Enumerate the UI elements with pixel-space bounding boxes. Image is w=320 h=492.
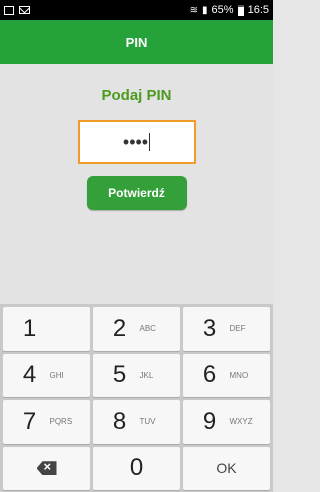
key-digit: 1	[22, 314, 37, 342]
status-right: ≋ ▮ 65% 16:5	[190, 4, 269, 16]
key-digit: 9	[202, 407, 217, 435]
key-letters: DEF	[229, 324, 246, 334]
key-5[interactable]: 5 JKL	[93, 353, 180, 397]
status-bar: ≋ ▮ 65% 16:5	[0, 0, 273, 20]
key-digit: 4	[22, 361, 37, 389]
key-letters: PQRS	[49, 417, 73, 427]
pin-content: Podaj PIN •••• Potwierdź	[0, 64, 273, 304]
confirm-button[interactable]: Potwierdź	[86, 176, 187, 210]
key-letters: MNO	[229, 370, 249, 380]
key-0[interactable]: 0	[93, 446, 180, 490]
key-digit: 7	[22, 407, 37, 435]
key-digit: 0	[129, 454, 144, 482]
key-9[interactable]: 9 WXYZ	[183, 400, 270, 444]
pin-input[interactable]: ••••	[77, 120, 196, 164]
page-title: PIN	[125, 34, 148, 50]
key-letters: JKL	[139, 370, 154, 380]
key-3[interactable]: 3 DEF	[183, 307, 270, 351]
status-left	[4, 5, 30, 15]
text-cursor	[149, 133, 151, 151]
key-letters: WXYZ	[229, 417, 253, 427]
status-time: 16:5	[247, 4, 269, 16]
key-digit: 6	[202, 361, 217, 389]
key-8[interactable]: 8 TUV	[93, 400, 180, 444]
mail-icon	[19, 6, 30, 14]
battery-percent: 65%	[211, 4, 234, 16]
key-2[interactable]: 2 ABC	[93, 307, 180, 351]
backspace-key[interactable]	[3, 446, 90, 490]
key-digit: 2	[112, 314, 127, 342]
numeric-keypad: 1 2 ABC 3 DEF 4 GHI 5 JKL 6 MNO 7 PQRS 8…	[0, 304, 273, 492]
key-letters: GHI	[49, 370, 64, 380]
key-digit: 8	[112, 407, 127, 435]
key-letters: TUV	[139, 417, 156, 427]
pin-value: ••••	[122, 131, 149, 152]
title-bar: PIN	[0, 20, 273, 64]
key-1[interactable]: 1	[3, 307, 90, 351]
signal-icon: ▮	[202, 4, 208, 16]
wifi-icon: ≋	[189, 4, 199, 16]
key-6[interactable]: 6 MNO	[183, 353, 270, 397]
notification-icon	[4, 5, 14, 15]
ok-label: OK	[216, 460, 237, 477]
battery-icon	[237, 4, 244, 16]
key-digit: 3	[202, 314, 217, 342]
backspace-icon	[36, 461, 57, 476]
key-letters: ABC	[139, 324, 156, 334]
key-4[interactable]: 4 GHI	[3, 353, 90, 397]
ok-key[interactable]: OK	[183, 446, 270, 490]
key-digit: 5	[112, 361, 127, 389]
pin-prompt: Podaj PIN	[101, 87, 172, 104]
key-7[interactable]: 7 PQRS	[3, 400, 90, 444]
